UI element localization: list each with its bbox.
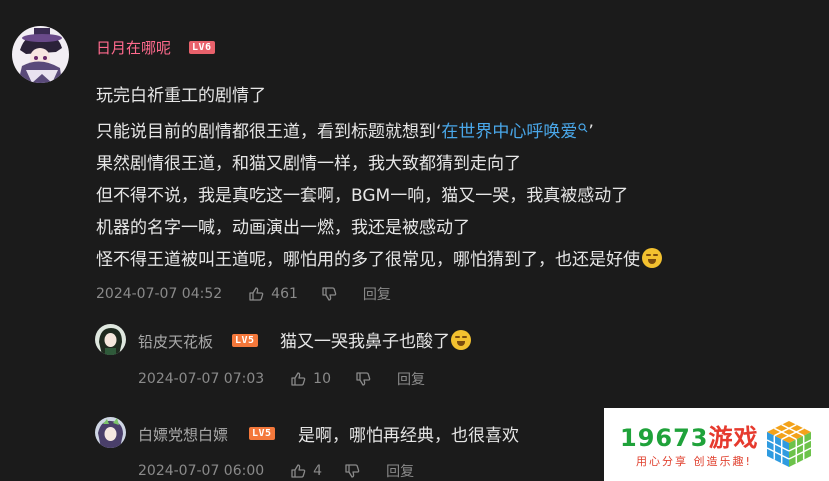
comment-username[interactable]: 日月在哪呢: [96, 37, 171, 58]
thumb-down-icon[interactable]: [321, 286, 337, 302]
site-watermark-logo: 19673游戏 用心分享 创造乐趣!: [604, 408, 829, 481]
thumb-up-icon[interactable]: [290, 463, 306, 479]
reply-button[interactable]: 回复: [397, 369, 425, 389]
comment-content: 玩完白祈重工的剧情了 只能说目前的剧情都很王道，看到标题就想到‘在世界中心呼唤爱…: [96, 80, 662, 276]
comment-line: 怪不得王道被叫王道呢，哪怕用的多了很常见，哪怕猜到了，也还是好使: [96, 244, 662, 276]
reply-meta: 2024-07-07 06:00 4 回复: [138, 461, 414, 481]
comment-line: 只能说目前的剧情都很王道，看到标题就想到‘在世界中心呼唤爱’: [96, 112, 662, 148]
avatar[interactable]: [95, 324, 126, 355]
avatar[interactable]: [95, 417, 126, 448]
watermark-title: 19673游戏: [620, 424, 759, 452]
comment-meta: 2024-07-07 04:52 461 回复: [96, 284, 391, 304]
quote-close: ’: [588, 122, 594, 142]
like-count: 4: [313, 463, 323, 479]
comment-line: 玩完白祈重工的剧情了: [96, 86, 266, 106]
reply-username[interactable]: 白嫖党想白嫖: [138, 424, 228, 445]
thumb-down-icon[interactable]: [344, 463, 360, 479]
comment-line: 但不得不说，我是真吃这一套啊，BGM一响，猫又一哭，我真被感动了: [96, 186, 629, 206]
cube-logo-icon: [764, 419, 814, 473]
like-count: 461: [271, 286, 298, 302]
watermark-slogan: 用心分享 创造乐趣!: [636, 455, 752, 468]
search-icon[interactable]: [578, 112, 588, 144]
reply-button[interactable]: 回复: [363, 284, 391, 304]
search-link[interactable]: 在世界中心呼唤爱: [441, 122, 577, 142]
comment-line: 果然剧情很王道，和猫又剧情一样，我大致都猜到走向了: [96, 154, 521, 174]
reply-meta: 2024-07-07 07:03 10 回复: [138, 369, 425, 389]
reply-button[interactable]: 回复: [386, 461, 414, 481]
avatar[interactable]: [12, 26, 69, 83]
like-count: 10: [313, 371, 331, 387]
timestamp: 2024-07-07 06:00: [138, 463, 265, 479]
laughing-tears-emoji-icon: [451, 330, 471, 350]
level-badge: LV5: [249, 427, 275, 440]
reply-content: 猫又一哭我鼻子也酸了: [280, 327, 471, 352]
reply-username[interactable]: 铅皮天花板: [138, 331, 213, 352]
thumb-up-icon[interactable]: [248, 286, 264, 302]
grin-emoji-icon: [642, 248, 662, 268]
level-badge: LV6: [189, 41, 215, 54]
reply-content: 是啊，哪怕再经典，也很喜欢: [298, 426, 519, 446]
thumb-up-icon[interactable]: [290, 371, 306, 387]
timestamp: 2024-07-07 07:03: [138, 371, 265, 387]
comment-line: 机器的名字一喊，动画演出一燃，我还是被感动了: [96, 218, 470, 238]
thumb-down-icon[interactable]: [355, 371, 371, 387]
timestamp: 2024-07-07 04:52: [96, 286, 223, 302]
level-badge: LV5: [232, 334, 258, 347]
